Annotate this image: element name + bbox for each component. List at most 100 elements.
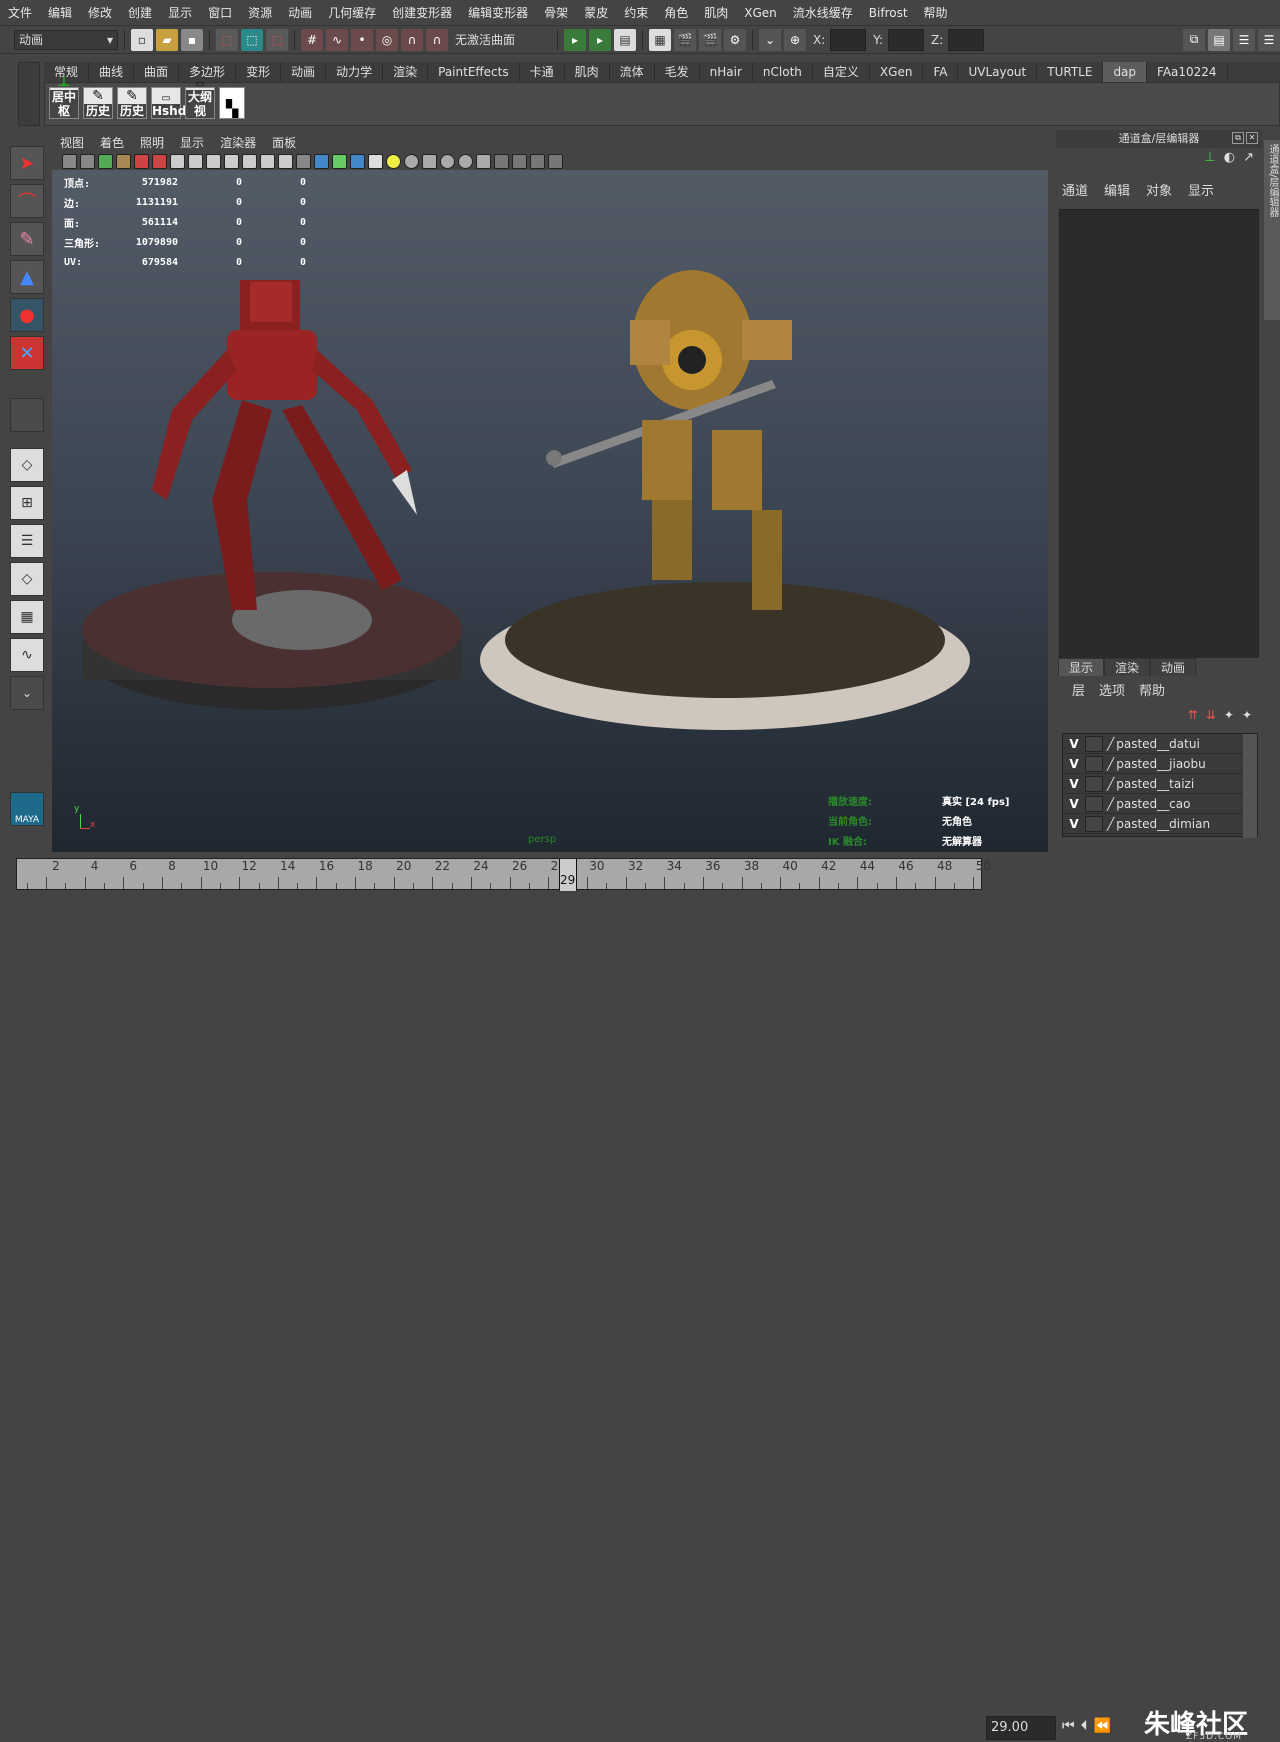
menu-item[interactable]: 帮助 — [916, 4, 956, 21]
shelf-tab[interactable]: 毛发 — [655, 62, 700, 82]
viewport-menu-item[interactable]: 照明 — [132, 134, 172, 152]
current-frame-field[interactable]: 29.00 — [986, 1716, 1056, 1740]
shelf-button-center-pivot[interactable]: ⊥ 居中枢 — [49, 74, 79, 119]
smooth-shade-icon[interactable] — [314, 153, 329, 169]
menu-item[interactable]: 几何缓存 — [320, 4, 384, 21]
wireframe-icon[interactable] — [296, 153, 311, 169]
menu-item[interactable]: 创建 — [120, 4, 160, 21]
shelf-button-history-2[interactable]: ✎ 历史 — [117, 87, 147, 119]
sidebar-toggle-icon[interactable]: ⧉ — [1183, 28, 1205, 51]
layer-tab[interactable]: 显示 — [1058, 658, 1105, 676]
hypershade-layout-icon[interactable]: ▦ — [10, 600, 44, 634]
layer-visibility-toggle[interactable]: V — [1063, 737, 1085, 751]
half-circle-icon[interactable]: ◐ — [1224, 150, 1235, 165]
channel-box-icon[interactable]: ☰ — [1258, 28, 1280, 51]
layer-row[interactable]: V ╱ pasted__jiaobu — [1063, 754, 1257, 774]
shelf-button-history[interactable]: ✎ 历史 — [83, 87, 113, 119]
field-chart-icon[interactable] — [224, 153, 239, 169]
render-settings-icon[interactable]: ⚙ — [724, 28, 746, 51]
single-view-layout-icon[interactable]: ◇ — [10, 448, 44, 482]
persp-graph-layout-icon[interactable]: ◇ — [10, 562, 44, 596]
rotate-tool-icon[interactable]: ● — [10, 298, 44, 332]
last-tool-icon[interactable] — [10, 398, 44, 432]
outliner-persp-layout-icon[interactable]: ☰ — [10, 524, 44, 558]
move-tool-icon[interactable]: ▲ — [10, 260, 44, 294]
channel-box-menu-item[interactable]: 对象 — [1146, 180, 1172, 199]
ipr-render-icon[interactable]: 🎬 — [699, 28, 721, 51]
menu-item[interactable]: 动画 — [280, 4, 320, 21]
shelf-tab[interactable]: 动力学 — [326, 62, 384, 82]
textured-icon[interactable] — [368, 153, 383, 169]
layer-type-box[interactable] — [1085, 735, 1103, 752]
snap-view-icon[interactable]: ◎ — [376, 28, 398, 51]
transform-field-icon[interactable]: ⊕ — [784, 28, 806, 51]
film-gate-icon[interactable] — [170, 153, 185, 169]
menu-item[interactable]: XGen — [736, 6, 785, 20]
select-hierarchy-icon[interactable]: ⬚ — [216, 28, 238, 51]
camera-select-icon[interactable] — [62, 153, 77, 169]
shadows-icon[interactable] — [404, 153, 419, 169]
layer-name[interactable]: pasted__datui — [1116, 737, 1200, 751]
new-scene-icon[interactable]: ▫ — [131, 28, 153, 51]
time-slider[interactable]: 2468101214161820222426283032343638404244… — [16, 858, 991, 891]
menu-item[interactable]: 资源 — [240, 4, 280, 21]
shelf-tab[interactable]: 多边形 — [179, 62, 237, 82]
anti-aliasing-icon[interactable] — [458, 153, 473, 169]
shelf-tab[interactable]: dap — [1103, 62, 1148, 82]
shelf-tab[interactable]: XGen — [870, 62, 924, 82]
viewport-menu-item[interactable]: 渲染器 — [212, 134, 264, 152]
select-tool-icon[interactable]: ➤ — [10, 146, 44, 180]
shelf-tab[interactable]: nCloth — [753, 62, 813, 82]
axis-icon[interactable]: ⊥ — [1204, 150, 1215, 165]
safe-title-icon[interactable] — [260, 153, 275, 169]
lighting-icon[interactable] — [386, 153, 401, 169]
attribute-editor-icon[interactable]: ▤ — [1208, 28, 1230, 51]
select-object-icon[interactable]: ⬚ — [241, 28, 263, 51]
menu-item[interactable]: 流水线缓存 — [785, 4, 861, 21]
paint-select-tool-icon[interactable]: ✎ — [10, 222, 44, 256]
shelf-tab[interactable]: 自定义 — [813, 62, 870, 82]
layer-visibility-toggle[interactable]: V — [1063, 757, 1085, 771]
xray-joints-icon[interactable] — [512, 153, 527, 169]
input-ops-icon[interactable]: ▸ — [564, 28, 586, 51]
viewport-menu-item[interactable]: 显示 — [172, 134, 212, 152]
shelf-tab[interactable]: TURTLE — [1037, 62, 1104, 82]
graph-layout-icon[interactable]: ∿ — [10, 638, 44, 672]
layer-row[interactable]: V ╱ pasted__cao — [1063, 794, 1257, 814]
y-field[interactable] — [888, 28, 925, 51]
construction-history-icon[interactable]: ▤ — [614, 28, 636, 51]
share-icon[interactable] — [548, 153, 563, 169]
make-live-icon[interactable]: ∩ — [401, 28, 423, 51]
shelf-button-checker[interactable]: ▚ — [219, 87, 245, 119]
resolution-gate-icon[interactable] — [188, 153, 203, 169]
viewport-menu-item[interactable]: 面板 — [264, 134, 304, 152]
camera-attr-icon[interactable] — [80, 153, 95, 169]
motion-blur-icon[interactable] — [440, 153, 455, 169]
dof-icon[interactable] — [476, 153, 491, 169]
layer-type-box[interactable] — [1085, 795, 1103, 812]
new-layer-selected-icon[interactable]: ✦ — [1242, 708, 1252, 722]
arrow-icon[interactable]: ↗ — [1243, 150, 1254, 165]
menu-item[interactable]: 骨架 — [536, 4, 576, 21]
layer-visibility-toggle[interactable]: V — [1063, 777, 1085, 791]
select-component-icon[interactable]: ⬚ — [266, 28, 288, 51]
menu-item[interactable]: 编辑 — [40, 4, 80, 21]
menu-item[interactable]: 编辑变形器 — [460, 4, 536, 21]
move-layer-down-icon[interactable]: ⇊ — [1206, 708, 1216, 722]
viewport-menu-item[interactable]: 着色 — [92, 134, 132, 152]
layer-type-box[interactable] — [1085, 775, 1103, 792]
magnet-icon[interactable]: ∩ — [426, 28, 448, 51]
menu-item[interactable]: 肌肉 — [696, 4, 736, 21]
x-field[interactable] — [830, 28, 867, 51]
shelf-tab[interactable]: 曲面 — [134, 62, 180, 82]
shelf-tab[interactable]: FAa10224 — [1147, 62, 1228, 82]
layer-row[interactable]: V ╱ pasted__taizi — [1063, 774, 1257, 794]
grid-icon[interactable] — [152, 153, 167, 169]
layer-name[interactable]: pasted__taizi — [1116, 777, 1194, 791]
channel-box-menu-item[interactable]: 显示 — [1188, 180, 1214, 199]
image-plane-icon[interactable] — [116, 153, 131, 169]
ssao-icon[interactable] — [422, 153, 437, 169]
text-icon[interactable] — [278, 153, 293, 169]
lasso-tool-icon[interactable]: ⌒ — [10, 184, 44, 218]
shelf-tab[interactable]: 卡通 — [520, 62, 565, 82]
